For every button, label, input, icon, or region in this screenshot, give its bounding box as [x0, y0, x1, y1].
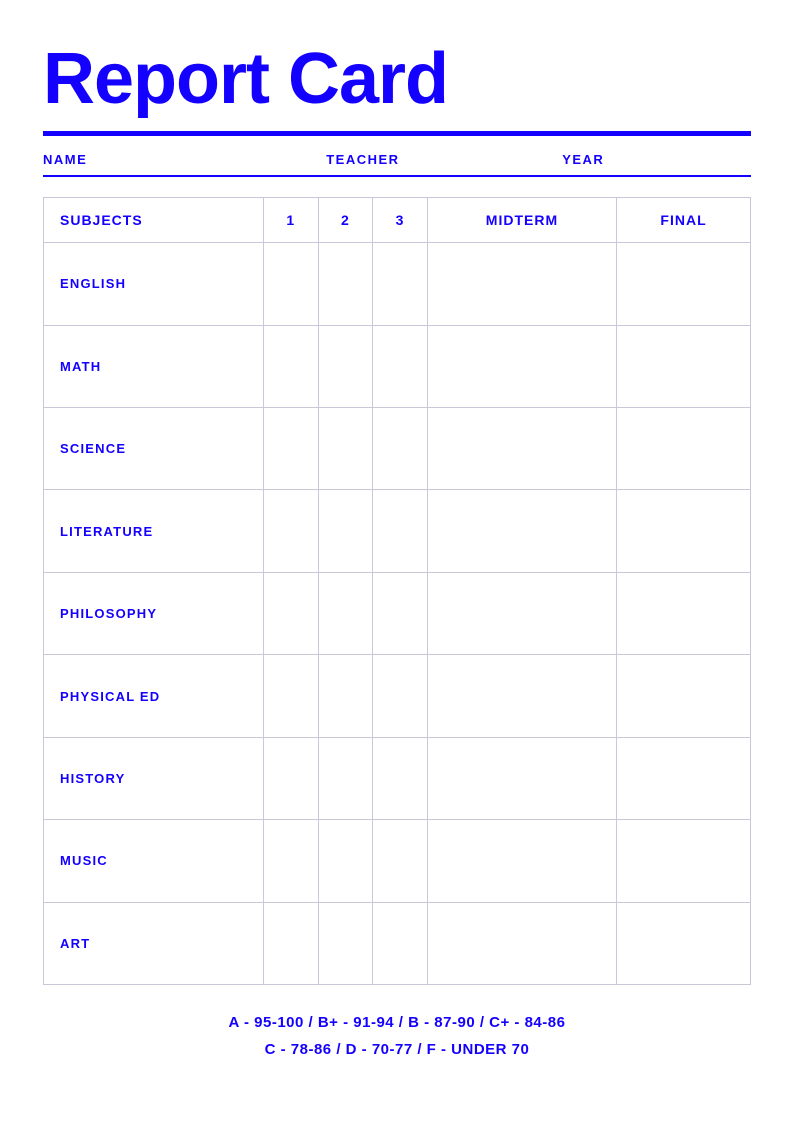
grade-cell-q2	[318, 408, 373, 490]
subject-cell: LITERATURE	[44, 490, 264, 572]
grade-cell-final	[617, 655, 751, 737]
col-header-midterm: MIDTERM	[427, 198, 616, 243]
grade-cell-q1	[264, 490, 319, 572]
grade-scale: A - 95-100 / B+ - 91-94 / B - 87-90 / C+…	[43, 1009, 751, 1083]
grade-scale-line2: C - 78-86 / D - 70-77 / F - UNDER 70	[43, 1036, 751, 1063]
table-row: MUSIC	[44, 820, 751, 902]
grade-cell-q3	[373, 655, 428, 737]
grade-cell-midterm	[427, 490, 616, 572]
grade-cell-q1	[264, 325, 319, 407]
grade-cell-q1	[264, 737, 319, 819]
grade-cell-q1	[264, 820, 319, 902]
grade-cell-q3	[373, 737, 428, 819]
grade-cell-q3	[373, 325, 428, 407]
table-row: PHYSICAL ED	[44, 655, 751, 737]
grade-cell-final	[617, 243, 751, 325]
grade-cell-final	[617, 820, 751, 902]
subject-cell: PHILOSOPHY	[44, 572, 264, 654]
grade-cell-final	[617, 490, 751, 572]
subject-cell: MATH	[44, 325, 264, 407]
name-label: NAME	[43, 152, 326, 167]
grade-cell-q3	[373, 572, 428, 654]
table-header-row: SUBJECTS 1 2 3 MIDTERM FINAL	[44, 198, 751, 243]
grade-cell-q2	[318, 572, 373, 654]
grade-scale-line1: A - 95-100 / B+ - 91-94 / B - 87-90 / C+…	[43, 1009, 751, 1036]
grade-cell-q2	[318, 737, 373, 819]
grade-cell-q3	[373, 902, 428, 984]
grade-cell-final	[617, 325, 751, 407]
grade-cell-midterm	[427, 408, 616, 490]
table-row: HISTORY	[44, 737, 751, 819]
table-row: SCIENCE	[44, 408, 751, 490]
grade-cell-q2	[318, 490, 373, 572]
grade-cell-midterm	[427, 737, 616, 819]
grade-cell-midterm	[427, 820, 616, 902]
grade-cell-final	[617, 572, 751, 654]
col-header-subjects: SUBJECTS	[44, 198, 264, 243]
subject-cell: PHYSICAL ED	[44, 655, 264, 737]
subject-cell: ENGLISH	[44, 243, 264, 325]
subject-cell: ART	[44, 902, 264, 984]
grade-cell-q3	[373, 490, 428, 572]
grade-cell-q1	[264, 902, 319, 984]
report-card-page: Report Card NAME TEACHER YEAR SUBJECTS 1…	[0, 0, 794, 1123]
thin-divider	[43, 175, 751, 177]
table-row: ENGLISH	[44, 243, 751, 325]
col-header-q2: 2	[318, 198, 373, 243]
grade-cell-q2	[318, 243, 373, 325]
grade-cell-q1	[264, 243, 319, 325]
grade-cell-q3	[373, 408, 428, 490]
grade-cell-midterm	[427, 902, 616, 984]
grade-cell-midterm	[427, 243, 616, 325]
grades-table: SUBJECTS 1 2 3 MIDTERM FINAL ENGLISHMATH…	[43, 197, 751, 985]
table-row: ART	[44, 902, 751, 984]
table-row: LITERATURE	[44, 490, 751, 572]
subject-cell: HISTORY	[44, 737, 264, 819]
col-header-q3: 3	[373, 198, 428, 243]
teacher-label: TEACHER	[326, 152, 562, 167]
page-title: Report Card	[43, 40, 751, 119]
info-row: NAME TEACHER YEAR	[43, 152, 751, 175]
grade-cell-final	[617, 408, 751, 490]
grade-cell-q2	[318, 655, 373, 737]
grade-cell-midterm	[427, 325, 616, 407]
grade-cell-q2	[318, 902, 373, 984]
grade-cell-final	[617, 737, 751, 819]
grade-cell-q1	[264, 572, 319, 654]
subject-cell: MUSIC	[44, 820, 264, 902]
year-label: YEAR	[562, 152, 751, 167]
grade-cell-q1	[264, 655, 319, 737]
table-row: PHILOSOPHY	[44, 572, 751, 654]
thick-divider	[43, 131, 751, 136]
subject-cell: SCIENCE	[44, 408, 264, 490]
grade-cell-midterm	[427, 572, 616, 654]
grade-cell-q2	[318, 325, 373, 407]
grade-cell-q3	[373, 243, 428, 325]
table-row: MATH	[44, 325, 751, 407]
grade-cell-q1	[264, 408, 319, 490]
grade-cell-final	[617, 902, 751, 984]
grade-cell-midterm	[427, 655, 616, 737]
col-header-final: FINAL	[617, 198, 751, 243]
grade-cell-q2	[318, 820, 373, 902]
grade-cell-q3	[373, 820, 428, 902]
col-header-q1: 1	[264, 198, 319, 243]
